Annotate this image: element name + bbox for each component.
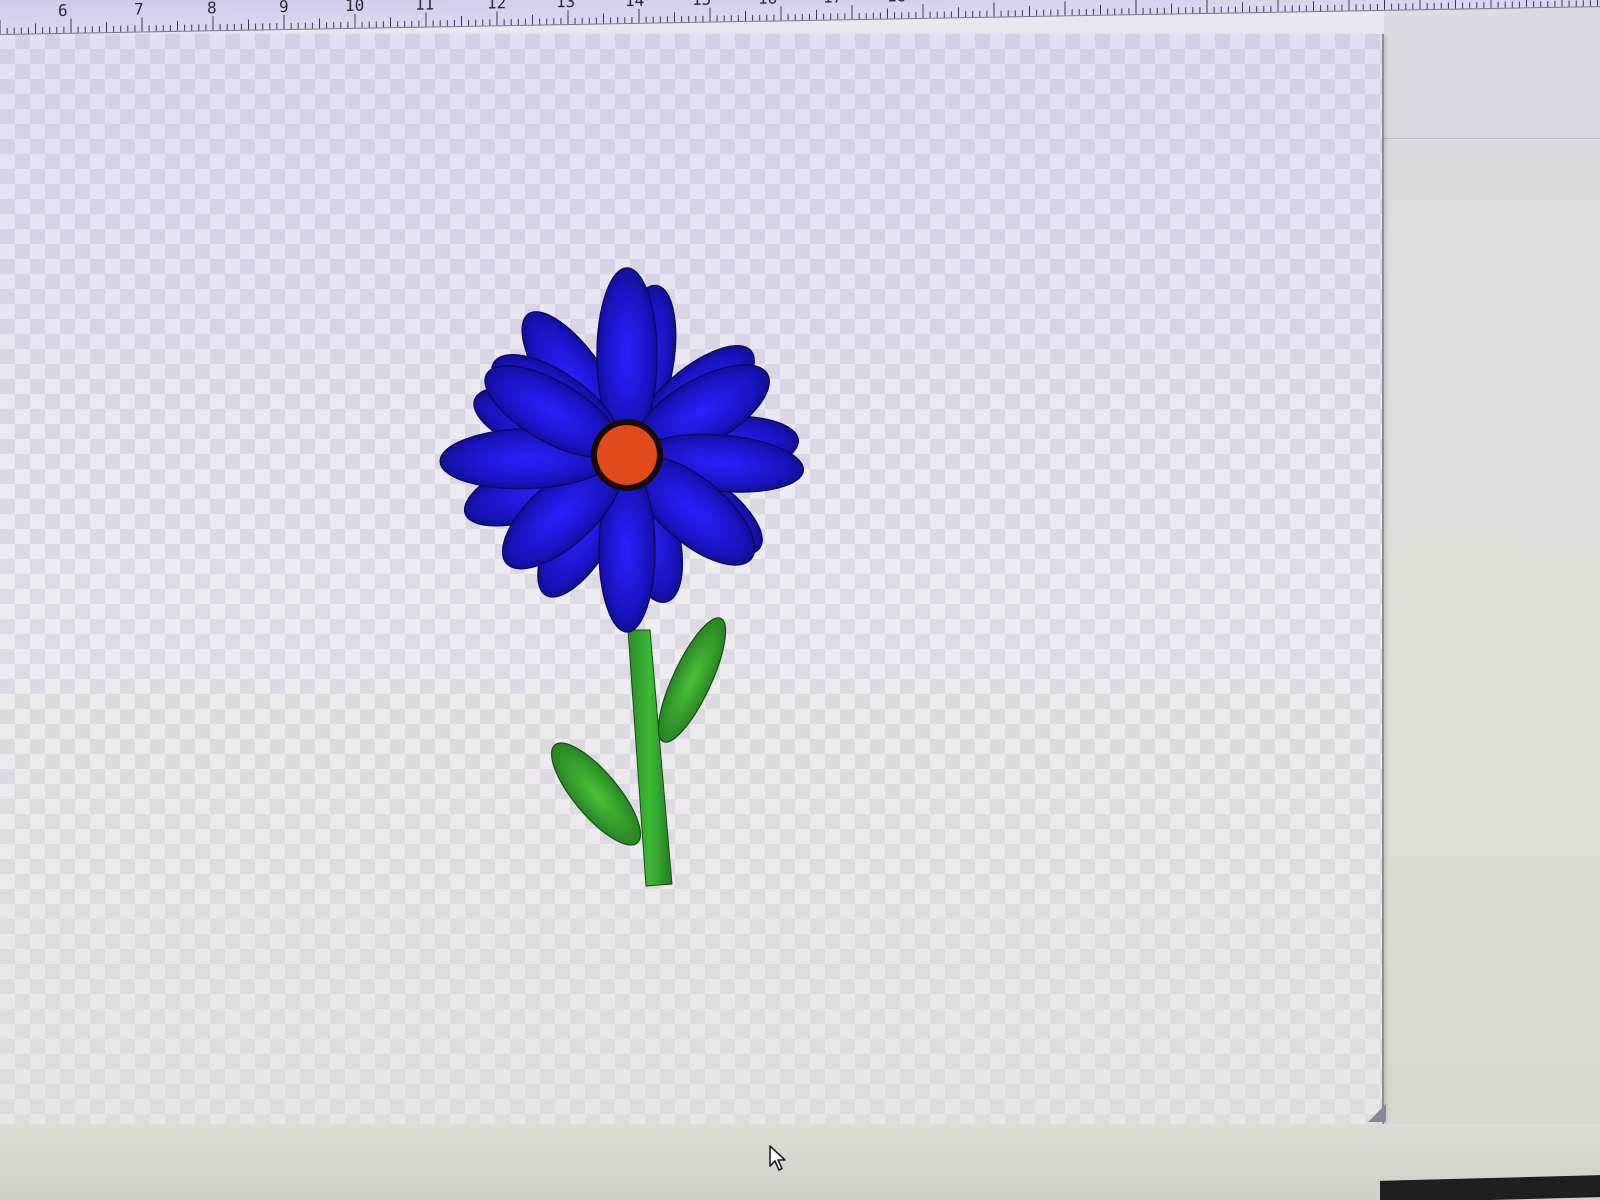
resize-grip-icon[interactable]: [1368, 1104, 1386, 1122]
ruler-label: 10: [345, 0, 365, 15]
ruler-label: 16: [758, 0, 777, 8]
ruler-label: 14: [625, 0, 645, 11]
ruler-label: 6: [58, 0, 68, 20]
right-panel-divider: [1384, 138, 1600, 139]
flower-leaf-right[interactable]: [646, 610, 738, 749]
screen: 6 7 8 9 10 11 12 13 14 15 16 17 18: [0, 0, 1600, 1200]
flower-drawing[interactable]: [0, 0, 1400, 1000]
flower-center[interactable]: [597, 425, 657, 485]
ruler-label: 8: [207, 0, 217, 18]
ruler-label: 17: [823, 0, 842, 7]
ruler-label: 7: [134, 0, 144, 19]
bottom-workspace: [0, 1124, 1600, 1200]
ruler-label: 13: [556, 0, 576, 12]
ruler-label: 15: [692, 0, 711, 9]
ruler-label: 18: [887, 0, 906, 6]
ruler-label: 12: [487, 0, 507, 13]
right-panel-area: [1384, 0, 1600, 1200]
mouse-pointer-icon: [769, 1145, 786, 1171]
ruler-label: 9: [279, 0, 289, 17]
ruler-label: 11: [415, 0, 435, 14]
flower-stem[interactable]: [627, 629, 673, 887]
